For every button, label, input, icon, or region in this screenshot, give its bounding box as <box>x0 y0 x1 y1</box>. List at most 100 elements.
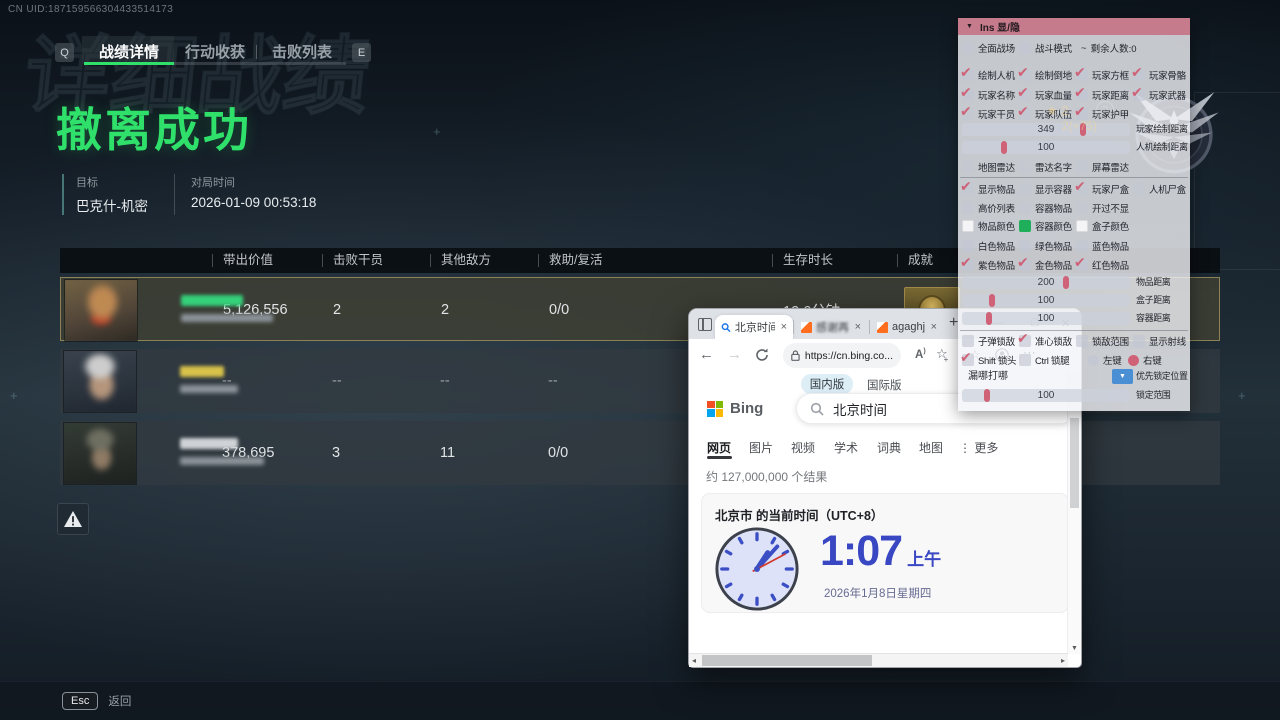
toggle-player-bones[interactable]: 玩家骨骼 <box>1133 68 1186 82</box>
slider-thumb[interactable] <box>1001 141 1007 154</box>
toggle-player-weapon[interactable]: 玩家武器 <box>1133 88 1186 102</box>
toggle-green-items[interactable]: 绿色物品 <box>1019 239 1072 253</box>
radio-left-key[interactable]: 左键 <box>1088 353 1121 367</box>
toggle-player-deathbox[interactable]: 玩家尸盒 <box>1076 182 1129 196</box>
toggle-purple-items[interactable]: 紫色物品 <box>962 258 1015 272</box>
toggle-ctrl-leg[interactable]: Ctrl 锁腿 <box>1019 353 1069 367</box>
toggle-show-containers[interactable]: 显示容器 <box>1019 182 1072 196</box>
tab-layout-icon[interactable] <box>698 318 712 331</box>
toggle-map-radar[interactable]: 地图雷达 <box>962 160 1015 174</box>
toggle-player-health[interactable]: 玩家血量 <box>1019 88 1072 102</box>
header-operator-kills: 击败干员 <box>322 254 430 267</box>
toggle-draw-downed[interactable]: 绘制倒地 <box>1019 68 1072 82</box>
toggle-red-items[interactable]: 红色物品 <box>1076 258 1129 272</box>
radio-right-key[interactable]: 右键 <box>1128 353 1161 367</box>
toggle-battle-mode[interactable]: 战斗模式 <box>1019 41 1072 55</box>
tab-close-icon[interactable]: × <box>781 321 787 333</box>
slider-label: 容器距离 <box>1136 312 1190 325</box>
slider-box-distance[interactable]: 100 <box>962 294 1130 307</box>
toggle-bot-deathbox[interactable]: 人机尸盒 <box>1133 182 1186 196</box>
slider-player-draw-distance[interactable]: 349 <box>962 123 1130 136</box>
toggle-show-items[interactable]: 显示物品 <box>962 182 1015 196</box>
browser-tab-2[interactable]: 感谢再 × <box>795 315 867 339</box>
checkbox <box>962 89 974 101</box>
scroll-left-arrow-icon[interactable]: ◂ <box>692 656 696 665</box>
international-version-tab[interactable]: 国际版 <box>867 377 902 393</box>
toggle-show-ray[interactable]: 显示射线 <box>1133 334 1186 348</box>
tab-close-icon[interactable]: × <box>855 321 861 333</box>
scroll-right-arrow-icon[interactable]: ▸ <box>1061 656 1065 665</box>
slider-thumb[interactable] <box>989 294 995 307</box>
vertical-scroll-thumb[interactable] <box>1070 418 1079 508</box>
toggle-lock-range-show[interactable]: 锁敌范围 <box>1076 334 1129 348</box>
toggle-player-distance[interactable]: 玩家距离 <box>1076 88 1129 102</box>
address-bar[interactable]: https://cn.bing.co... <box>783 343 901 368</box>
toggle-player-box[interactable]: 玩家方框 <box>1076 68 1129 82</box>
swatch-item-color[interactable]: 物品颜色 <box>962 219 1015 233</box>
slider-thumb[interactable] <box>984 389 990 402</box>
bing-tab-maps[interactable]: 地图 <box>919 439 943 456</box>
bing-tab-academic[interactable]: 学术 <box>834 439 858 456</box>
vertical-scrollbar[interactable]: ▼ <box>1067 372 1081 654</box>
toggle-player-operator[interactable]: 玩家干员 <box>962 107 1015 121</box>
browser-tab-1[interactable]: 北京时间 × <box>715 315 793 339</box>
remaining-players: ~剩余人数:0 <box>1081 41 1137 55</box>
toggle-battlefield[interactable]: 全面战场 <box>962 41 1015 55</box>
horizontal-scroll-thumb[interactable] <box>702 655 872 666</box>
toggle-draw-bots[interactable]: 绘制人机 <box>962 68 1015 82</box>
name-blur-block <box>181 295 243 306</box>
dropdown-arrow-button[interactable]: ▼ <box>1112 369 1133 384</box>
new-tab-button[interactable]: + <box>949 314 958 332</box>
toggle-radar-name[interactable]: 雷达名字 <box>1019 160 1072 174</box>
overlay-header[interactable]: ▼ Ins 显/隐 <box>958 18 1190 35</box>
forward-button[interactable]: → <box>727 346 742 363</box>
bing-logo-icon <box>707 401 723 417</box>
slider-thumb[interactable] <box>986 312 992 325</box>
toggle-white-items[interactable]: 白色物品 <box>962 239 1015 253</box>
horizontal-scrollbar[interactable]: ◂ ▸ <box>689 653 1068 667</box>
cheat-overlay-panel[interactable]: ▼ Ins 显/隐 全面战场 战斗模式 ~剩余人数:0 绘制人机 绘制倒地 玩家… <box>958 18 1190 411</box>
tab-close-icon[interactable]: × <box>931 321 937 333</box>
swatch-box-color[interactable]: 盒子颜色 <box>1076 219 1129 233</box>
tab-divider <box>793 320 794 334</box>
browser-tab-3[interactable]: agaghjj × <box>871 315 943 339</box>
toggle-container-items[interactable]: 容器物品 <box>1019 201 1072 215</box>
slider-bot-draw-distance[interactable]: 100 <box>962 141 1130 154</box>
toggle-player-name[interactable]: 玩家名称 <box>962 88 1015 102</box>
bing-logo[interactable]: Bing <box>707 400 763 417</box>
read-aloud-icon[interactable]: A) <box>915 348 926 361</box>
tab-underline-track <box>174 62 346 65</box>
checkbox <box>1019 183 1031 195</box>
slider-item-distance[interactable]: 200 <box>962 276 1130 289</box>
slider-container-distance[interactable]: 100 <box>962 312 1130 325</box>
slider-lock-range[interactable]: 100 <box>962 389 1130 402</box>
toggle-blue-items[interactable]: 蓝色物品 <box>1076 239 1129 253</box>
favorite-star-icon[interactable]: ☆+ <box>936 346 952 362</box>
avatar <box>63 350 137 413</box>
back-button[interactable]: ← <box>699 346 714 363</box>
toggle-screen-radar[interactable]: 屏幕雷达 <box>1076 160 1129 174</box>
toggle-high-value[interactable]: 高价列表 <box>962 201 1015 215</box>
priority-dropdown-value[interactable]: 漏哪打哪 <box>968 369 1008 384</box>
bing-tab-web[interactable]: 网页 <box>707 439 731 456</box>
toggle-crosshair-lock[interactable]: 准心锁敌 <box>1019 334 1072 348</box>
slider-thumb[interactable] <box>1063 276 1069 289</box>
bing-tab-more[interactable]: ⋮ 更多 <box>959 439 998 456</box>
toggle-bullet-lock[interactable]: 子弹锁敌 <box>962 334 1015 348</box>
scroll-down-arrow-icon[interactable]: ▼ <box>1071 645 1078 652</box>
toggle-opened-hide[interactable]: 开过不显 <box>1076 201 1129 215</box>
swatch-container-color[interactable]: 容器颜色 <box>1019 219 1072 233</box>
toggle-shift-head[interactable]: Shift 锁头 <box>962 353 1016 367</box>
toggle-gold-items[interactable]: 金色物品 <box>1019 258 1072 272</box>
time-value: 1:07 <box>820 527 902 576</box>
refresh-icon[interactable] <box>755 348 769 362</box>
overlay-row-rarity-2: 紫色物品 金色物品 红色物品 <box>962 258 1186 272</box>
esc-key-button[interactable]: Esc <box>62 692 98 710</box>
checkbox <box>1133 335 1145 347</box>
bing-tab-images[interactable]: 图片 <box>749 439 773 456</box>
domestic-version-tab[interactable]: 国内版 <box>801 374 853 394</box>
warning-button[interactable] <box>57 503 89 535</box>
name-blur-block <box>180 438 238 449</box>
bing-tab-dictionary[interactable]: 词典 <box>877 439 901 456</box>
bing-tab-videos[interactable]: 视频 <box>791 439 815 456</box>
